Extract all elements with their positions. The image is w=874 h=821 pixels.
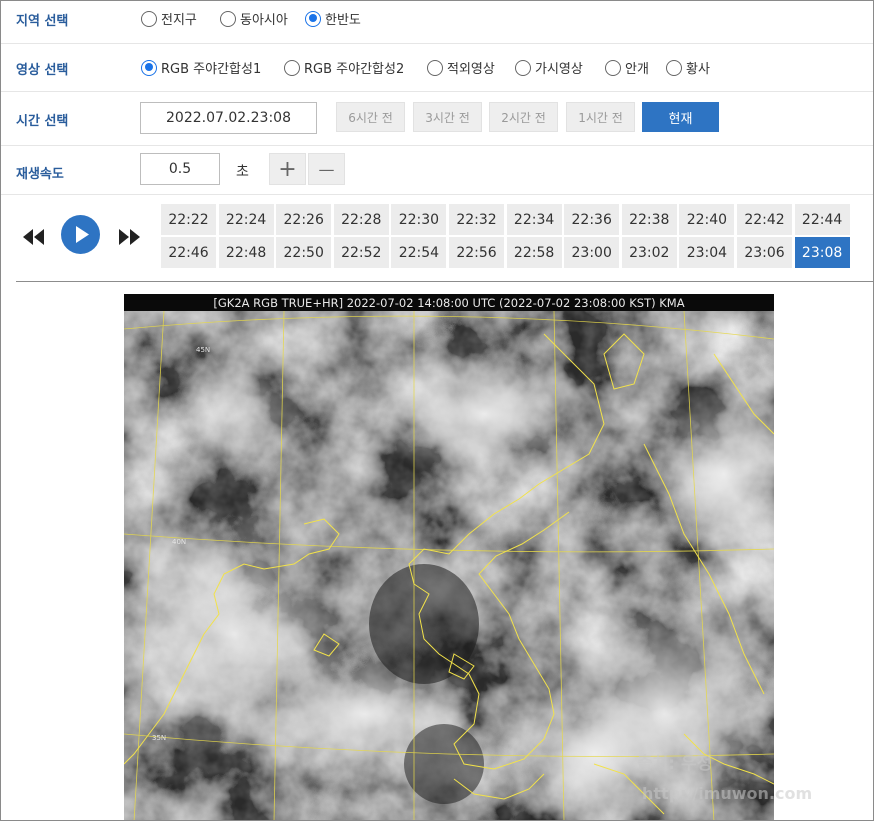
speed-label: 재생속도 [16,167,64,182]
radio-label: RGB 주야간합성2 [304,62,405,77]
radio-label: 적외영상 [447,62,495,77]
time-button[interactable]: 22:24 [218,204,274,235]
latitude-label-40n: 40N [172,538,186,546]
satellite-image-title: [GK2A RGB TRUE+HR] 2022-07-02 14:08:00 U… [124,294,774,311]
region-label: 지역 선택 [16,14,69,29]
radio-circle[interactable] [220,10,236,27]
divider [16,281,873,282]
radio-circle[interactable] [427,59,443,76]
radio-label: 전지구 [161,13,197,28]
radio-circle[interactable] [141,10,157,27]
time-select-label: 시간 선택 [16,114,69,129]
radio-rgb-composite-2[interactable]: RGB 주야간합성2 [284,58,404,77]
radio-fog[interactable]: 안개 [605,58,649,77]
time-button[interactable]: 22:34 [506,204,562,235]
satellite-image: 45N 40N 35N [GK2A RGB TRUE+HR] 2022-07-0… [124,294,774,820]
radio-circle-selected[interactable] [141,59,157,76]
fast-forward-icon[interactable] [117,228,141,246]
time-button[interactable]: 22:52 [333,237,389,268]
radio-circle[interactable] [515,59,531,76]
radio-yellow-dust[interactable]: 황사 [666,58,710,77]
two-hours-ago-button[interactable]: 2시간 전 [489,102,558,132]
radio-region-korean-peninsula[interactable]: 한반도 [305,9,361,28]
six-hours-ago-button[interactable]: 6시간 전 [336,102,405,132]
time-button[interactable]: 22:40 [679,204,735,235]
satellite-map-graphic: 45N 40N 35N [124,294,774,820]
radio-label: 한반도 [325,13,361,28]
image-type-label: 영상 선택 [16,63,69,78]
time-button[interactable]: 22:44 [794,204,850,235]
time-button[interactable]: 22:26 [276,204,332,235]
watermark-text: 출처: 우정 [637,754,713,774]
image-type-row: 영상 선택 RGB 주야간합성1 RGB 주야간합성2 적외영상 가시영상 안개… [1,43,873,92]
time-button[interactable]: 23:02 [621,237,677,268]
latitude-label-45n: 45N [196,346,210,354]
now-button[interactable]: 현재 [642,102,719,132]
radio-circle[interactable] [666,59,682,76]
radio-label: 동아시아 [240,13,288,28]
time-button[interactable]: 22:42 [737,204,792,235]
time-button[interactable]: 22:32 [449,204,504,235]
radio-label: 안개 [625,62,649,77]
seconds-unit-label: 초 [236,164,249,180]
time-button[interactable]: 23:00 [564,237,620,268]
time-button[interactable]: 22:30 [391,204,447,235]
radio-label: 황사 [686,62,710,77]
radio-label: RGB 주야간합성1 [161,62,262,77]
time-button[interactable]: 22:46 [161,237,216,268]
play-icon[interactable] [61,215,100,254]
radio-circle-selected[interactable] [305,10,321,27]
watermark-url: http://imuwon.com [642,784,813,803]
radio-region-global[interactable]: 전지구 [141,9,197,28]
radio-circle[interactable] [284,59,300,76]
time-button[interactable]: 22:38 [621,204,677,235]
speed-decrease-button[interactable]: — [308,153,345,185]
radio-label: 가시영상 [535,62,583,77]
radio-circle[interactable] [605,59,621,76]
datetime-input[interactable]: 2022.07.02.23:08 [140,102,317,134]
time-button[interactable]: 23:06 [737,237,792,268]
speed-row: 재생속도 0.5 초 + — [1,145,873,195]
radio-infrared[interactable]: 적외영상 [427,58,495,77]
time-button[interactable]: 22:58 [506,237,562,268]
radio-region-east-asia[interactable]: 동아시아 [220,9,288,28]
time-button[interactable]: 22:56 [449,237,504,268]
time-button[interactable]: 22:48 [218,237,274,268]
one-hour-ago-button[interactable]: 1시간 전 [566,102,635,132]
time-button[interactable]: 22:54 [391,237,447,268]
speed-input[interactable]: 0.5 [140,153,220,185]
time-button[interactable]: 23:04 [679,237,735,268]
time-select-row: 시간 선택 2022.07.02.23:08 6시간 전 3시간 전 2시간 전… [1,91,873,146]
region-row: 지역 선택 전지구 동아시아 한반도 [1,1,873,44]
time-button[interactable]: 22:50 [276,237,332,268]
rewind-icon[interactable] [22,228,46,246]
radio-visible[interactable]: 가시영상 [515,58,583,77]
radio-rgb-composite-1[interactable]: RGB 주야간합성1 [141,58,261,77]
time-button[interactable]: 22:22 [161,204,216,235]
time-button[interactable]: 23:08 [794,237,850,268]
time-button[interactable]: 22:28 [333,204,389,235]
latitude-label-35n: 35N [152,734,166,742]
satellite-viewer-panel: 지역 선택 전지구 동아시아 한반도 영상 선택 RGB 주야간합성1 RGB … [0,0,874,821]
speed-increase-button[interactable]: + [269,153,306,185]
time-button[interactable]: 22:36 [564,204,620,235]
three-hours-ago-button[interactable]: 3시간 전 [413,102,482,132]
